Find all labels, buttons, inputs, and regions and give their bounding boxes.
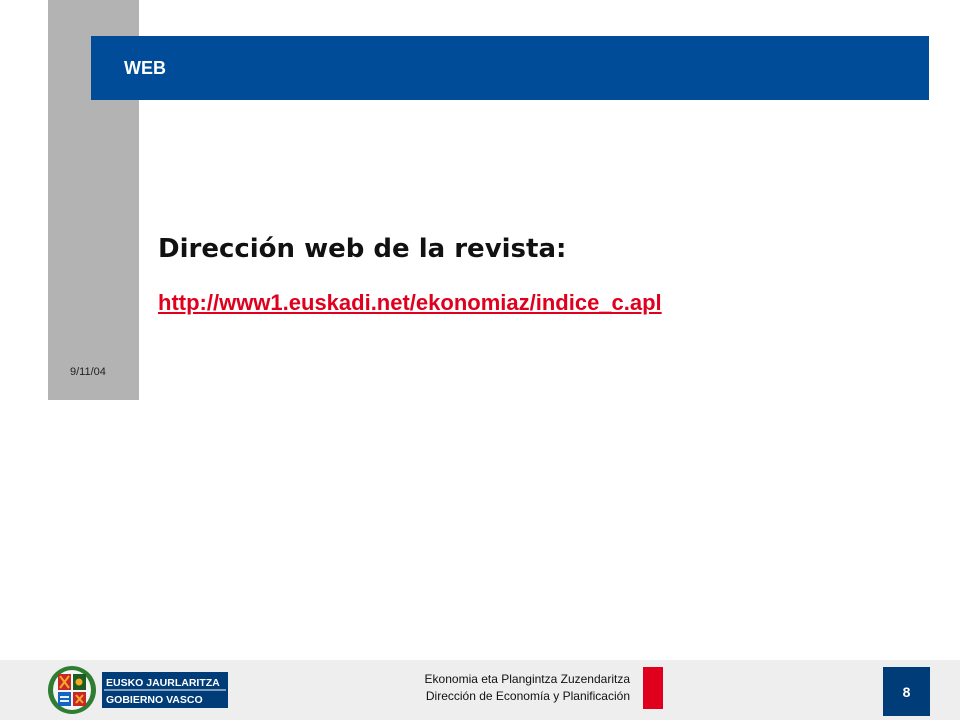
logo-text-basque: EUSKO JAURLARITZA [106,677,220,689]
slide-heading: Dirección web de la revista: [158,234,567,264]
department-name-basque: Ekonomia eta Plangintza Zuzendaritza [424,672,630,686]
department-name-spanish: Dirección de Economía y Planificación [425,689,630,703]
coat-of-arms-icon [48,666,96,714]
slide-date: 9/11/04 [70,366,106,378]
slide-title: WEB [124,58,166,78]
page-number-badge: 8 [883,667,930,716]
title-band: WEB [91,36,929,100]
logo-text-spanish: GOBIERNO VASCO [106,694,203,706]
gobierno-vasco-logo: EUSKO JAURLARITZA GOBIERNO VASCO [48,666,228,714]
magazine-url-link[interactable]: http://www1.euskadi.net/ekonomiaz/indice… [158,290,662,316]
page-number: 8 [902,683,911,700]
red-accent-block [643,667,663,709]
